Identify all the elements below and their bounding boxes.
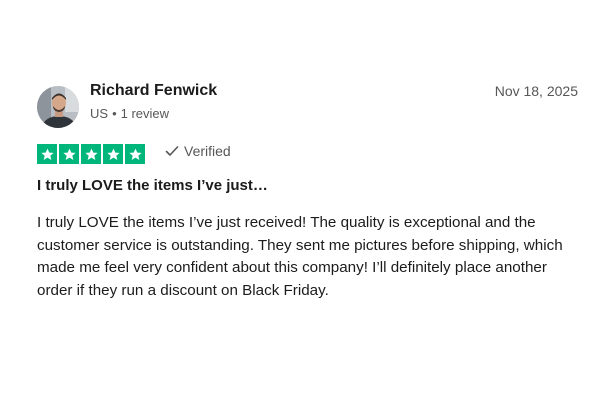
star-box — [103, 144, 123, 164]
reviewer-country: US — [90, 106, 109, 121]
review-card: Richard Fenwick US • 1 review Nov 18, 2025… — [0, 0, 600, 400]
star-icon — [84, 148, 98, 160]
reviewer-avatar[interactable] — [37, 86, 79, 128]
review-body: I truly LOVE the items I’ve just receive… — [37, 212, 577, 302]
verified-badge[interactable]: Verified — [165, 143, 231, 159]
star-rating — [37, 144, 145, 164]
review-title[interactable]: I truly LOVE the items I’ve just… — [37, 177, 268, 194]
reviewer-meta: US • 1 review — [90, 106, 169, 121]
star-box — [37, 144, 57, 164]
checkmark-icon — [165, 146, 179, 156]
review-body-text: I truly LOVE the items I’ve just receive… — [37, 214, 563, 299]
reviewer-review-count: 1 review — [120, 106, 170, 121]
star-box — [125, 144, 145, 164]
review-date: Nov 18, 2025 — [494, 83, 578, 99]
star-icon — [128, 148, 142, 160]
star-icon — [106, 148, 120, 160]
star-icon — [40, 148, 54, 160]
star-box — [81, 144, 101, 164]
meta-separator: • — [112, 106, 117, 121]
reviewer-name[interactable]: Richard Fenwick — [90, 82, 217, 100]
person-photo-avatar-icon — [37, 86, 79, 128]
star-icon — [62, 148, 76, 160]
verified-label: Verified — [184, 143, 231, 159]
star-box — [59, 144, 79, 164]
